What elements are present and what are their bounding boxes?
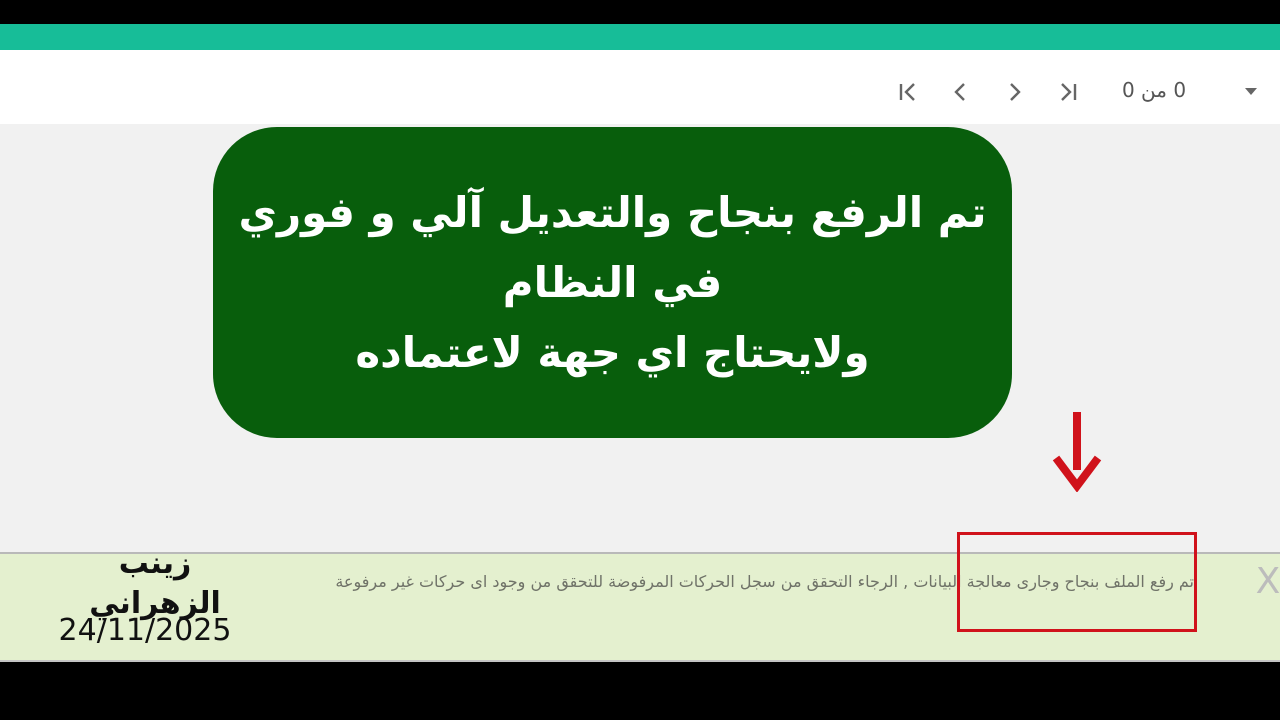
down-arrow-icon bbox=[1052, 412, 1102, 492]
chevron-left-icon bbox=[954, 83, 965, 101]
header-accent-bar bbox=[0, 24, 1280, 50]
first-page-button[interactable] bbox=[892, 76, 924, 108]
last-page-button[interactable] bbox=[1052, 76, 1084, 108]
info-callout: تم الرفع بنجاح والتعديل آلي و فوري في ال… bbox=[213, 127, 1012, 438]
previous-page-button[interactable] bbox=[945, 76, 977, 108]
page-size-dropdown[interactable] bbox=[1240, 80, 1262, 102]
video-letterbox-bottom bbox=[0, 662, 1280, 720]
callout-line-2: في النظام bbox=[502, 257, 723, 307]
chevron-right-icon bbox=[1010, 83, 1021, 101]
highlight-box bbox=[957, 532, 1197, 632]
callout-line-3: ولايحتاج اي جهة لاعتماده bbox=[355, 327, 870, 377]
first-page-icon bbox=[899, 83, 915, 101]
page-range-label: 0 من 0 bbox=[1121, 78, 1187, 102]
date-watermark: 24/11/2025 bbox=[58, 613, 232, 648]
callout-line-1: تم الرفع بنجاح والتعديل آلي و فوري bbox=[238, 187, 987, 237]
toast-close-button[interactable]: X bbox=[1252, 564, 1280, 600]
video-letterbox-top bbox=[0, 0, 1280, 24]
pagination-bar bbox=[0, 50, 1280, 125]
last-page-icon bbox=[1061, 83, 1077, 101]
next-page-button[interactable] bbox=[998, 76, 1030, 108]
caret-down-icon bbox=[1245, 88, 1257, 95]
